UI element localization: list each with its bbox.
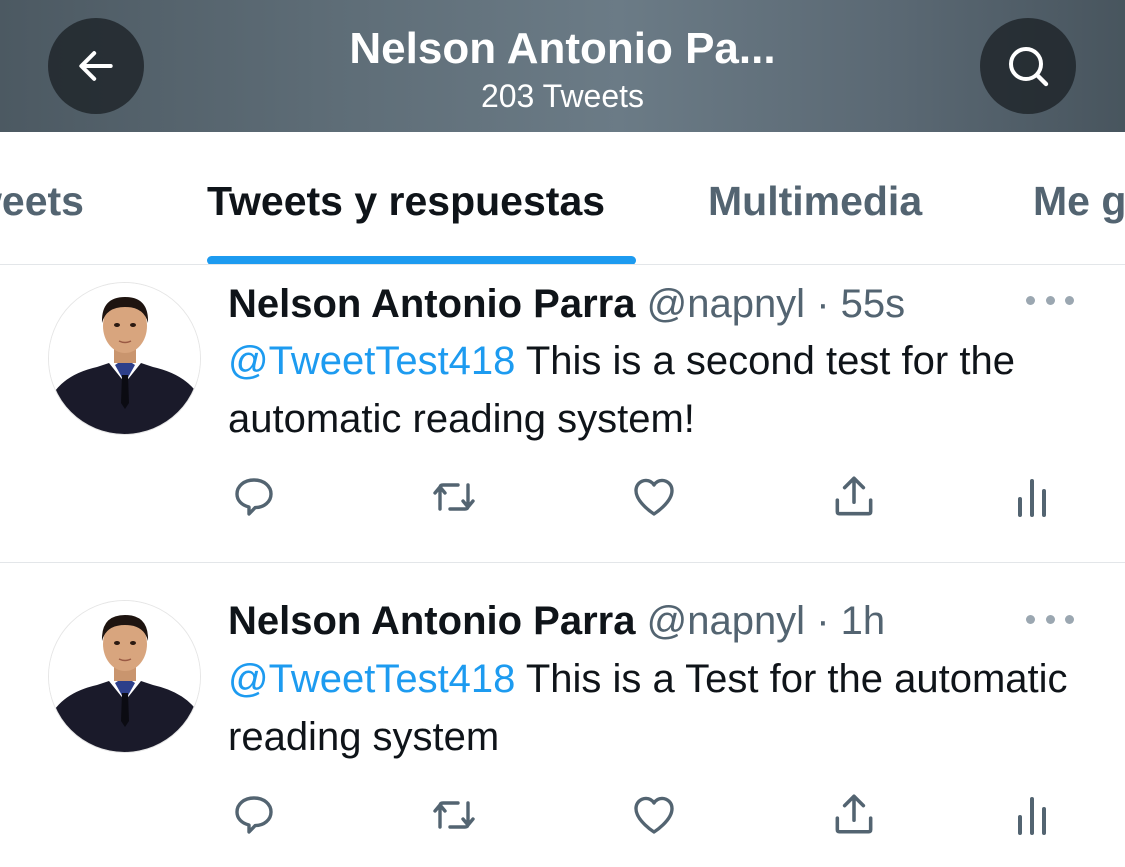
heart-icon	[634, 796, 674, 834]
reply-button[interactable]	[228, 789, 280, 841]
tweet-time[interactable]: 55s	[841, 282, 906, 326]
share-button[interactable]	[828, 469, 880, 523]
author-handle[interactable]: @napnyl	[647, 282, 805, 326]
profile-header: Nelson Antonio Pa... 203 Tweets	[0, 0, 1125, 132]
avatar[interactable]	[48, 282, 201, 435]
separator-dot: ·	[816, 599, 830, 643]
analytics-button[interactable]	[1012, 789, 1052, 841]
tab-tweets[interactable]: Tweets	[0, 176, 84, 226]
like-button[interactable]	[628, 471, 680, 523]
back-button[interactable]	[48, 18, 144, 114]
separator-dot: ·	[816, 282, 830, 326]
author-name[interactable]: Nelson Antonio Parra	[228, 599, 635, 643]
retweet-icon	[433, 483, 475, 511]
reply-icon	[235, 478, 273, 516]
analytics-icon	[1018, 479, 1046, 517]
tweet-text: @TweetTest418 This is a second test for …	[228, 332, 1088, 448]
share-button[interactable]	[828, 787, 880, 841]
header-tweet-count: 203 Tweets	[480, 78, 645, 114]
tweet[interactable]: Nelson Antonio Parra @napnyl · 1h @Tweet…	[0, 563, 1125, 867]
more-options-icon[interactable]	[1026, 609, 1074, 629]
mention-link[interactable]: @TweetTest418	[228, 339, 515, 383]
analytics-button[interactable]	[1012, 471, 1052, 523]
author-name[interactable]: Nelson Antonio Parra	[228, 282, 635, 326]
active-tab-indicator	[207, 256, 636, 264]
tweet-text: @TweetTest418 This is a Test for the aut…	[228, 650, 1088, 766]
profile-tabs: Tweets Tweets y respuestas Multimedia Me…	[0, 132, 1125, 265]
avatar[interactable]	[48, 600, 201, 753]
like-button[interactable]	[628, 789, 680, 841]
share-icon	[835, 794, 873, 834]
tab-tweets-and-replies[interactable]: Tweets y respuestas	[207, 176, 605, 226]
tweet[interactable]: Nelson Antonio Parra @napnyl · 55s @Twee…	[0, 265, 1125, 563]
tab-likes[interactable]: Me gusta	[1033, 176, 1125, 226]
reply-button[interactable]	[228, 471, 280, 523]
tab-media[interactable]: Multimedia	[708, 176, 922, 226]
avatar-photo	[49, 601, 200, 752]
reply-icon	[235, 796, 273, 834]
author-handle[interactable]: @napnyl	[647, 599, 805, 643]
retweet-icon	[433, 801, 475, 829]
tweet-header: Nelson Antonio Parra @napnyl · 1h	[228, 597, 885, 645]
retweet-button[interactable]	[426, 789, 482, 841]
analytics-icon	[1018, 797, 1046, 835]
share-icon	[835, 476, 873, 516]
search-button[interactable]	[980, 18, 1076, 114]
heart-icon	[634, 478, 674, 516]
mention-link[interactable]: @TweetTest418	[228, 657, 515, 701]
search-icon	[1009, 47, 1049, 87]
avatar-photo	[49, 283, 200, 434]
tweet-time[interactable]: 1h	[841, 599, 886, 643]
arrow-left-icon	[79, 51, 113, 81]
tweet-header: Nelson Antonio Parra @napnyl · 55s	[228, 280, 905, 328]
more-options-icon[interactable]	[1026, 290, 1074, 310]
retweet-button[interactable]	[426, 471, 482, 523]
header-title: Nelson Antonio Pa...	[349, 24, 776, 73]
